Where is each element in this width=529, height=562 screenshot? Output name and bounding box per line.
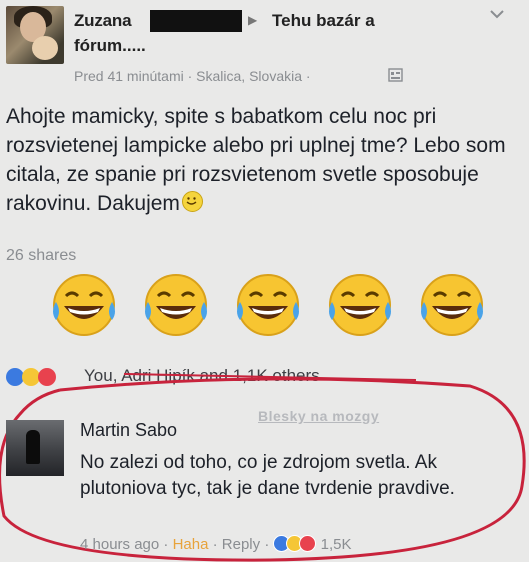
shares-count[interactable]: 26 shares — [6, 247, 76, 265]
post-location[interactable]: Skalica, Slovakia — [196, 68, 302, 84]
watermark: Blesky na mozgy — [258, 408, 380, 424]
reply-button[interactable]: Reply — [222, 536, 260, 553]
author-avatar[interactable] — [6, 6, 64, 64]
tears-of-joy-emoji-icon — [237, 274, 299, 336]
post-time[interactable]: Pred 41 minútami — [74, 68, 184, 84]
tears-of-joy-emoji-icon — [329, 274, 391, 336]
love-reaction-icon — [299, 535, 317, 552]
group-name-continued[interactable]: fórum..... — [74, 36, 146, 56]
redaction-bar — [150, 10, 242, 32]
meta-dot: · — [305, 68, 311, 84]
comment-meta: 4 hours ago · Haha · Reply · 1,5K — [80, 535, 352, 553]
right-arrow-icon: ▶ — [248, 13, 258, 27]
comment-reaction-count[interactable]: 1,5K — [321, 536, 352, 553]
laughing-emoji-row — [46, 272, 506, 342]
commenter-avatar[interactable] — [6, 420, 64, 476]
commenter-name[interactable]: Martin Sabo — [80, 420, 177, 441]
tears-of-joy-emoji-icon — [53, 274, 115, 336]
post-body: Ahojte mamicky, spite s babatkom celu no… — [6, 102, 521, 218]
comment-text: No zalezi od toho, co je zdrojom svetla.… — [80, 452, 455, 499]
post-meta: Pred 41 minútami · Skalica, Slovakia · — [74, 68, 311, 84]
chevron-down-icon[interactable] — [488, 6, 506, 22]
author-name[interactable]: Zuzana — [74, 11, 132, 31]
haha-reacted-button[interactable]: Haha — [173, 536, 209, 553]
tears-of-joy-emoji-icon — [145, 274, 207, 336]
smiling-emoji-icon — [181, 191, 203, 212]
facebook-post: Zuzana ▶ Tehu bazár a fórum..... Pred 41… — [0, 0, 529, 562]
tears-of-joy-emoji-icon — [421, 274, 483, 336]
comment-time[interactable]: 4 hours ago — [80, 536, 159, 553]
group-name[interactable]: Tehu bazár a — [272, 11, 375, 31]
meta-dot: · — [187, 68, 197, 84]
group-privacy-icon — [388, 68, 403, 82]
post-body-text: Ahojte mamicky, spite s babatkom celu no… — [6, 105, 506, 215]
